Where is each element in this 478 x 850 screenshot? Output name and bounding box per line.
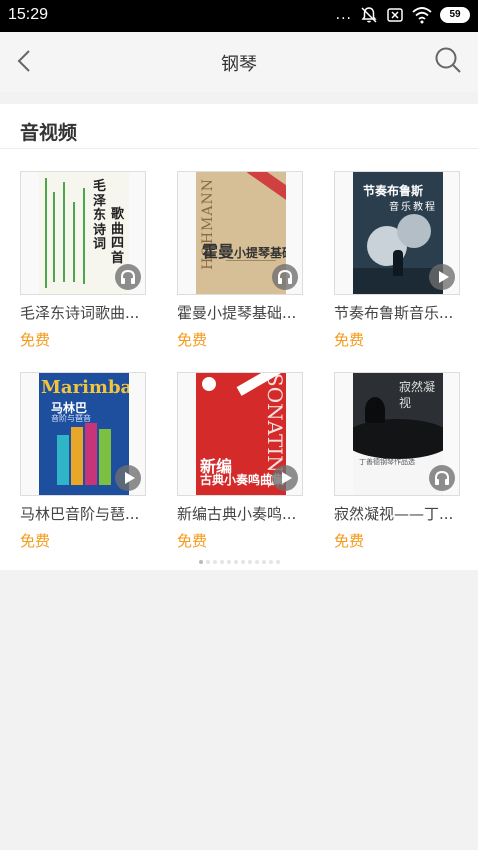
cover-ribbon xyxy=(247,172,286,202)
cover-title: Marimba xyxy=(41,377,129,398)
page-dot[interactable] xyxy=(261,560,266,564)
price-label: 免费 xyxy=(177,331,208,349)
status-time: 15:29 xyxy=(8,6,49,23)
cover-title: 寂然凝视 xyxy=(399,380,436,410)
no-sim-icon xyxy=(387,8,403,22)
item-title[interactable]: 寂然凝视——丁... xyxy=(334,503,462,524)
headphones-icon[interactable] xyxy=(115,264,141,290)
media-cover[interactable]: SONATINA 新编 古典小奏鸣曲集 xyxy=(177,372,303,496)
media-item[interactable]: 毛泽东诗词 歌曲四首 毛泽东诗词歌曲... 免费 xyxy=(20,171,148,351)
item-title[interactable]: 节奏布鲁斯音乐... xyxy=(334,302,462,323)
cover-subtitle: 音乐教程 xyxy=(389,202,437,213)
page-dot[interactable] xyxy=(219,560,224,564)
media-item[interactable]: 寂然凝视 丁善德钢琴作品选 寂然凝视——丁... 免费 xyxy=(334,372,462,552)
search-icon[interactable] xyxy=(434,46,462,74)
cover-tree xyxy=(397,214,431,248)
page-dot[interactable] xyxy=(226,560,231,564)
media-cover[interactable]: Marimba 马林巴 音阶与琶音 xyxy=(20,372,146,496)
battery-indicator: 59 xyxy=(440,7,470,23)
section-title: 音视频 xyxy=(20,122,78,144)
status-bar: 15:29 ... 59 xyxy=(0,0,478,32)
item-title[interactable]: 马林巴音阶与琶... xyxy=(20,503,148,524)
price-label: 免费 xyxy=(177,532,208,550)
media-section: 音视频 毛泽东诗词 歌曲四首 毛泽东诗词歌曲... 免费 HOHMANN 霍曼小… xyxy=(0,104,478,570)
cover-subtitle: 丁善德钢琴作品选 xyxy=(359,458,415,466)
page-dot[interactable] xyxy=(268,560,273,564)
item-title[interactable]: 毛泽东诗词歌曲... xyxy=(20,302,148,323)
status-icons: ... 59 xyxy=(336,6,470,24)
page-title: 钢琴 xyxy=(221,54,257,75)
cover-title-main: 霍曼 xyxy=(202,242,235,261)
media-cover[interactable]: 寂然凝视 丁善德钢琴作品选 xyxy=(334,372,460,496)
media-cover[interactable]: 毛泽东诗词 歌曲四首 xyxy=(20,171,146,295)
item-title[interactable]: 新编古典小奏鸣... xyxy=(177,503,305,524)
page-dot[interactable] xyxy=(247,560,252,564)
section-divider xyxy=(0,148,478,149)
headphones-icon[interactable] xyxy=(272,264,298,290)
price-label: 免费 xyxy=(20,331,51,349)
page-dot[interactable] xyxy=(275,560,280,564)
bell-muted-icon xyxy=(361,7,377,23)
cover-title: 霍曼小提琴基础教程 xyxy=(202,238,286,262)
media-item[interactable]: 节奏布鲁斯 音乐教程 节奏布鲁斯音乐... 免费 xyxy=(334,171,462,351)
headphones-icon[interactable] xyxy=(429,465,455,491)
cover-hill xyxy=(353,419,443,459)
page-dot[interactable] xyxy=(254,560,259,564)
price-label: 免费 xyxy=(334,532,365,550)
page-dot[interactable] xyxy=(212,560,217,564)
notification-dots-icon: ... xyxy=(335,7,352,23)
cover-figure xyxy=(393,250,403,276)
nav-bar: 钢琴 xyxy=(0,32,478,92)
media-cover[interactable]: 节奏布鲁斯 音乐教程 xyxy=(334,171,460,295)
media-item[interactable]: HOHMANN 霍曼小提琴基础教程 霍曼小提琴基础... 免费 xyxy=(177,171,305,351)
media-cover[interactable]: HOHMANN 霍曼小提琴基础教程 xyxy=(177,171,303,295)
play-icon[interactable] xyxy=(272,465,298,491)
cover-title: 节奏布鲁斯 xyxy=(363,184,424,198)
play-icon[interactable] xyxy=(115,465,141,491)
cover-rule xyxy=(226,260,276,274)
price-label: 免费 xyxy=(20,532,51,550)
page-indicator xyxy=(0,560,478,568)
price-label: 免费 xyxy=(334,331,365,349)
cover-subtitle: 歌曲四首 xyxy=(111,207,125,266)
page-dot[interactable] xyxy=(240,560,245,564)
publisher-logo xyxy=(202,377,216,391)
media-item[interactable]: Marimba 马林巴 音阶与琶音 马林巴音阶与琶... 免费 xyxy=(20,372,148,552)
cover-tree xyxy=(365,397,385,423)
page-dot[interactable] xyxy=(205,560,210,564)
item-title[interactable]: 霍曼小提琴基础... xyxy=(177,302,305,323)
play-icon[interactable] xyxy=(429,264,455,290)
wifi-icon xyxy=(412,7,432,24)
media-item[interactable]: SONATINA 新编 古典小奏鸣曲集 新编古典小奏鸣... 免费 xyxy=(177,372,305,552)
page-dot[interactable] xyxy=(198,560,203,564)
page-dot[interactable] xyxy=(233,560,238,564)
cover-title: 毛泽东诗词 xyxy=(93,179,107,252)
cover-title-sub: 小提琴基础教程 xyxy=(234,246,286,260)
